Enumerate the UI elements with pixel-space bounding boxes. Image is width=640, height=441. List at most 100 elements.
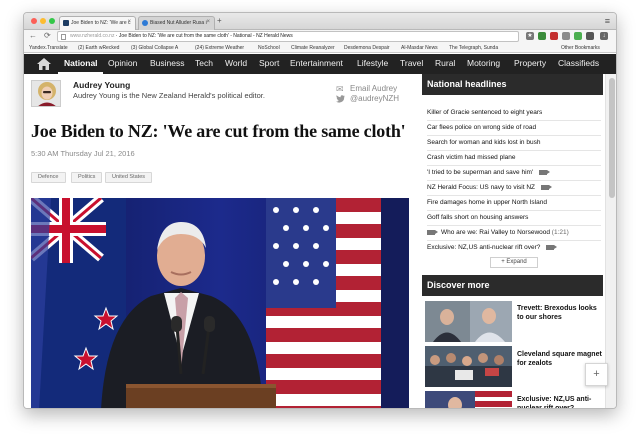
discover-image-2 (425, 346, 512, 387)
author-photo (32, 81, 60, 106)
headline-text: Exclusive: NZ,US anti-nuclear rift over? (427, 244, 541, 251)
nav-sport[interactable]: Sport (259, 58, 279, 68)
author-name[interactable]: Audrey Young (73, 80, 130, 90)
tab-label: Joe Biden to NZ: 'We are c (71, 20, 131, 26)
page-scrollbar[interactable] (605, 74, 616, 408)
sidebar-headline-item[interactable]: Exclusive: NZ,US anti-nuclear rift over? (427, 244, 602, 251)
discover-thumbnail[interactable] (425, 301, 512, 342)
new-tab-button[interactable]: + (217, 16, 222, 25)
discover-thumbnail[interactable] (425, 391, 512, 408)
tab-strip: Joe Biden to NZ: 'We are c × Biased Nut … (24, 13, 616, 30)
twitter-handle: @audreyNZH (350, 94, 400, 103)
sidebar-headline-item[interactable]: Killer of Gracie sentenced to eight year… (427, 109, 602, 116)
headline-text: Car flees police on wrong side of road (427, 124, 537, 131)
bookmark-item[interactable]: The Telegraph, Sunda (449, 45, 498, 51)
tag-defence[interactable]: Defence (31, 172, 66, 183)
nav-motoring[interactable]: Motoring (467, 58, 500, 68)
biden-at-podium-image (31, 198, 409, 408)
sidebar-headline-item[interactable]: Car flees police on wrong side of road (427, 124, 602, 131)
url-page-title: Joe Biden to NZ: 'We are cut from the sa… (118, 33, 293, 39)
other-bookmarks[interactable]: Other Bookmarks (561, 45, 600, 51)
divider (427, 195, 601, 196)
zoom-window-button[interactable] (49, 18, 55, 24)
bookmark-item[interactable]: (2) Earth wRecked (78, 45, 119, 51)
minimize-window-button[interactable] (40, 18, 46, 24)
nav-opinion[interactable]: Opinion (108, 58, 137, 68)
bookmark-item[interactable]: Climate Reanalyzer (291, 45, 335, 51)
sidebar-headline-item[interactable]: Goff falls short on housing answers (427, 214, 602, 221)
sidebar-headline-item[interactable]: Crash victim had missed plane (427, 154, 602, 161)
nav-business[interactable]: Business (150, 58, 185, 68)
tag-united-states[interactable]: United States (105, 172, 153, 183)
site-favicon-icon (142, 20, 148, 26)
nav-rural[interactable]: Rural (435, 58, 455, 68)
extension-shield-icon[interactable] (574, 32, 582, 40)
article-dateline: 5:30 AM Thursday Jul 21, 2016 (31, 149, 135, 158)
video-icon (427, 229, 438, 235)
bookmark-item[interactable]: Al-Masdar News (401, 45, 438, 51)
url-host: www.nzherald.co.nz (70, 33, 115, 39)
nav-lifestyle[interactable]: Lifestyle (357, 58, 388, 68)
headline-text: NZ Herald Focus: US navy to visit NZ (427, 184, 535, 191)
sidebar-headline-item[interactable]: Who are we: Rai Valley to Norsewood (1:2… (427, 229, 602, 236)
discover-thumbnail[interactable] (425, 346, 512, 387)
divider (427, 180, 601, 181)
article-headline: Joe Biden to NZ: 'We are cut from the sa… (31, 121, 406, 141)
tab-active[interactable]: Joe Biden to NZ: 'We are c × (59, 16, 136, 30)
close-tab-icon[interactable]: × (206, 19, 210, 25)
extension-box-icon[interactable] (586, 32, 594, 40)
headline-text: 'I tried to be superman and save him' (427, 169, 534, 176)
reload-icon[interactable]: ⟳ (44, 31, 51, 40)
headline-text: Killer of Gracie sentenced to eight year… (427, 109, 543, 116)
tab-inactive[interactable]: Biased Nut Alluder Rusa i × (138, 16, 215, 30)
author-avatar[interactable] (31, 80, 61, 107)
divider (427, 165, 601, 166)
download-icon[interactable]: ↓ (600, 32, 608, 40)
bookmark-item[interactable]: (3) Global Collapse A (131, 45, 178, 51)
expand-button[interactable]: + Expand (490, 257, 538, 268)
bookmark-item[interactable]: NoSchool (258, 45, 280, 51)
bookmark-item[interactable]: Yandex.Translate (29, 45, 68, 51)
extension-green-icon[interactable] (538, 32, 546, 40)
nav-travel[interactable]: Travel (400, 58, 423, 68)
scrollbar-thumb[interactable] (609, 78, 615, 198)
tag-politics[interactable]: Politics (71, 172, 103, 183)
sidebar-headline-item[interactable]: Fire damages home in upper North Island (427, 199, 602, 206)
nav-entertainment[interactable]: Entertainment (290, 58, 343, 68)
nav-national[interactable]: National (64, 58, 98, 68)
back-arrow-icon[interactable]: ← (29, 31, 37, 40)
twitter-link[interactable]: @audreyNZH (336, 94, 400, 103)
page-icon (61, 34, 66, 40)
headline-text: Search for woman and kids lost in bush (427, 139, 541, 146)
sidebar-headline-item[interactable]: 'I tried to be superman and save him' (427, 169, 602, 176)
address-bar[interactable]: www.nzherald.co.nz · Joe Biden to NZ: 'W… (57, 31, 519, 42)
floating-plus-button[interactable]: + (585, 363, 608, 386)
bookmark-item[interactable]: Desdemona Despair (344, 45, 390, 51)
nzherald-favicon-icon (63, 20, 69, 26)
nav-property[interactable]: Property (514, 58, 546, 68)
close-tab-icon[interactable]: × (127, 19, 131, 25)
home-icon[interactable] (37, 58, 51, 70)
bookmark-star-icon[interactable]: ★ (526, 32, 534, 40)
discover-title[interactable]: Exclusive: NZ,US anti-nuclear rift over? (517, 395, 602, 408)
hamburger-menu-icon[interactable]: ≡ (605, 16, 610, 26)
sidebar-headline-item[interactable]: NZ Herald Focus: US navy to visit NZ (427, 184, 602, 191)
article-photo[interactable] (31, 198, 409, 408)
video-icon (541, 184, 552, 190)
divider (427, 225, 601, 226)
video-icon (539, 169, 551, 175)
headline-text: Who are we: Rai Valley to Norsewood (441, 229, 550, 236)
email-author-link[interactable]: ✉ Email Audrey (336, 84, 398, 94)
bookmark-item[interactable]: (24) Extreme Weather (195, 45, 244, 51)
sidebar-headline-item[interactable]: Search for woman and kids lost in bush (427, 139, 602, 146)
extension-gray-icon[interactable] (562, 32, 570, 40)
extension-red-icon[interactable] (550, 32, 558, 40)
discover-title[interactable]: Trevett: Brexodus looks to our shores (517, 304, 602, 322)
nav-world[interactable]: World (225, 58, 247, 68)
discover-more-header: Discover more (422, 275, 603, 296)
email-author-label: Email Audrey (350, 84, 398, 93)
close-window-button[interactable] (31, 18, 37, 24)
nav-tech[interactable]: Tech (195, 58, 213, 68)
nav-classifieds[interactable]: Classifieds (558, 58, 599, 68)
divider (427, 240, 601, 241)
